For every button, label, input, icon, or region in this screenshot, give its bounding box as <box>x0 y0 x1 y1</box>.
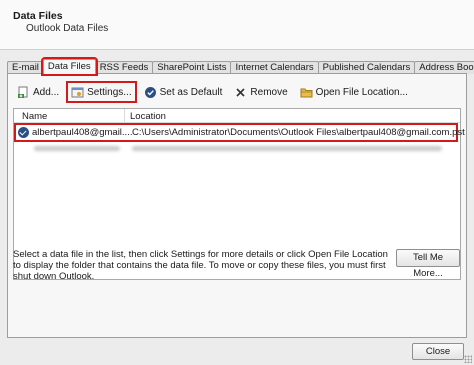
blurred-name <box>34 146 120 151</box>
add-button[interactable]: Add... <box>14 83 62 101</box>
close-button[interactable]: Close <box>412 343 464 360</box>
remove-button[interactable]: Remove <box>231 83 290 101</box>
list-header: Name Location <box>14 109 460 123</box>
folder-icon <box>300 86 313 99</box>
default-check-icon <box>18 127 29 138</box>
set-as-default-label: Set as Default <box>159 86 223 98</box>
page-title: Data Files <box>13 10 63 22</box>
table-row-blurred[interactable] <box>16 142 456 155</box>
open-file-location-button[interactable]: Open File Location... <box>297 83 411 101</box>
table-row[interactable]: albertpaul408@gmail.... C:\Users\Adminis… <box>14 123 465 142</box>
settings-button[interactable]: Settings... <box>66 81 137 103</box>
settings-icon <box>71 86 84 99</box>
set-as-default-button[interactable]: Set as Default <box>141 83 226 101</box>
add-label: Add... <box>33 86 60 98</box>
tab-bar: E-mail Data Files RSS Feeds SharePoint L… <box>7 57 474 76</box>
help-text: Select a data file in the list, then cli… <box>13 249 388 282</box>
column-header-name[interactable]: Name <box>22 111 47 122</box>
toolbar: Add... Settings... Set as Default Remove… <box>14 81 417 103</box>
tab-data-files[interactable]: Data Files <box>40 57 98 76</box>
column-header-location[interactable]: Location <box>130 111 166 122</box>
open-file-location-label: Open File Location... <box>315 86 408 98</box>
blurred-location <box>132 146 442 151</box>
check-circle-icon <box>144 86 157 99</box>
row-location: C:\Users\Administrator\Documents\Outlook… <box>132 127 465 138</box>
remove-label: Remove <box>250 86 288 98</box>
add-file-icon <box>17 86 30 99</box>
resize-grip[interactable] <box>464 355 472 363</box>
dialog-header: Data Files Outlook Data Files <box>0 0 474 50</box>
data-files-panel: Add... Settings... Set as Default Remove… <box>7 73 467 338</box>
column-divider[interactable] <box>124 109 125 123</box>
remove-x-icon <box>234 86 247 99</box>
tell-me-more-button[interactable]: Tell Me More... <box>396 249 460 279</box>
settings-label: Settings... <box>87 86 132 98</box>
row-name: albertpaul408@gmail.... <box>32 127 133 138</box>
page-subtitle: Outlook Data Files <box>26 23 109 34</box>
